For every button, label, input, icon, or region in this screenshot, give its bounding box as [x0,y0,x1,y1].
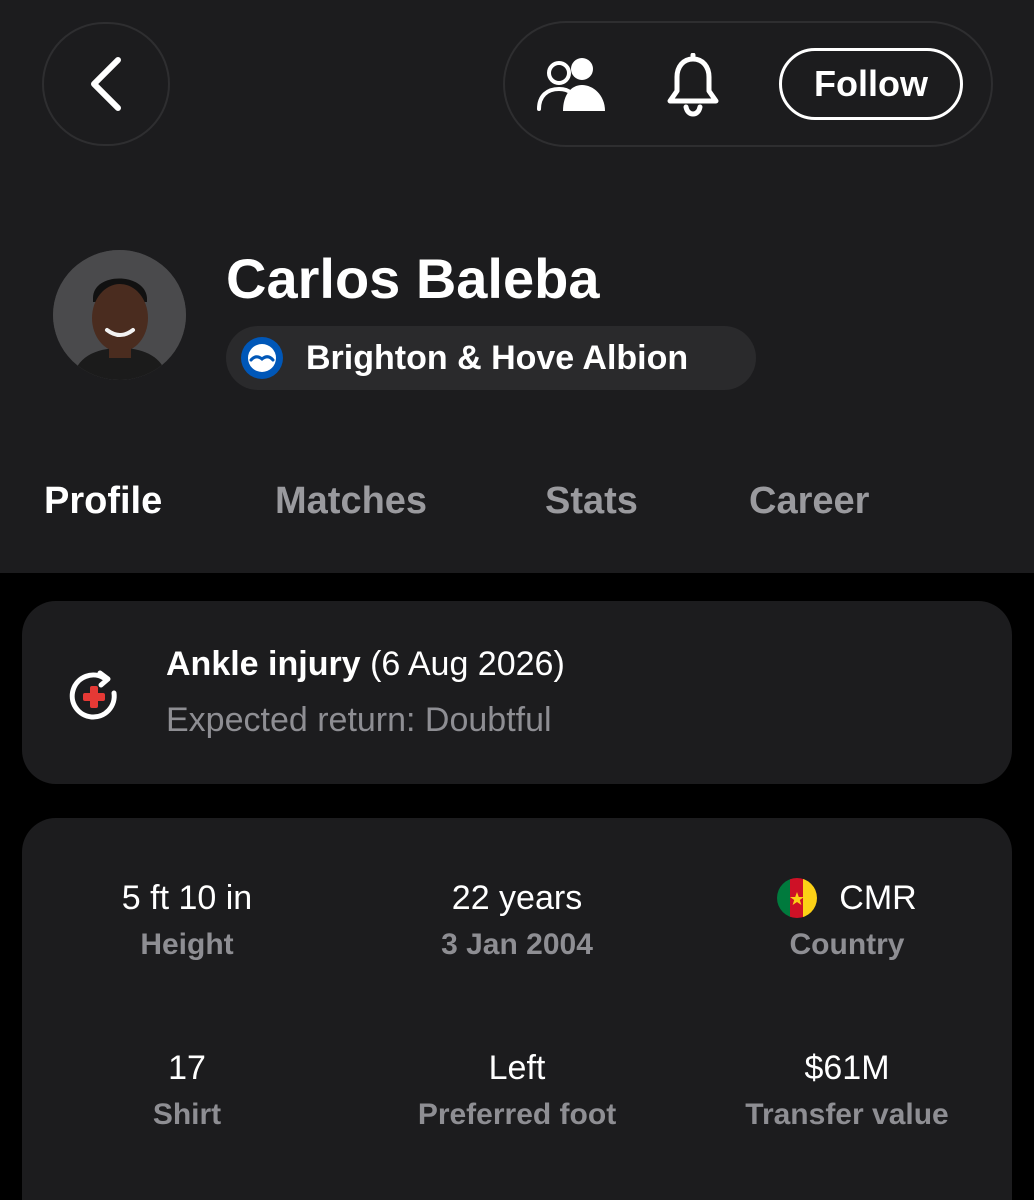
follow-button[interactable]: Follow [779,48,963,120]
cameroon-flag-icon [777,878,818,918]
stat-shirt: 17 Shirt [22,1046,352,1132]
stat-value: 17 [168,1048,206,1087]
back-button[interactable] [42,22,170,146]
player-name: Carlos Baleba [226,247,600,310]
stat-value: Left [488,1048,546,1087]
header-actions: Follow [503,21,993,147]
people-icon [537,58,605,111]
stat-label: Transfer value [745,1098,949,1131]
stat-value: $61M [804,1048,890,1087]
stat-value: 22 years [451,878,583,917]
tab-stats[interactable]: Stats [545,480,638,523]
player-header: Follow Carlos Baleba Brighton & Hove Alb… [0,0,1034,573]
player-photo [53,250,186,380]
stat-label: Shirt [152,1098,222,1131]
stat-transfer-value: $61M Transfer value [682,1046,1012,1132]
avatar [53,250,186,380]
stat-label: 3 Jan 2004 [441,928,593,961]
injury-date: (6 Aug 2026) [370,645,565,683]
injury-title: Ankle injury (6 Aug 2026) [166,645,565,684]
injury-type: Ankle injury [166,645,361,683]
profile-tabs: Profile Matches Stats Career [0,480,1034,540]
stat-age: 22 years 3 Jan 2004 [352,876,682,962]
stat-label: Height [140,928,234,961]
stat-value: 5 ft 10 in [121,878,253,917]
stat-preferred-foot: Left Preferred foot [352,1046,682,1132]
people-button[interactable] [535,53,607,117]
chevron-left-icon [91,57,121,111]
notifications-button[interactable] [663,53,723,117]
country-code: CMR [839,878,917,917]
team-chip[interactable]: Brighton & Hove Albion [226,326,756,390]
injury-expected-return: Expected return: Doubtful [166,701,552,739]
tab-matches[interactable]: Matches [275,480,427,523]
team-name: Brighton & Hove Albion [306,338,689,377]
player-profile-page: Follow Carlos Baleba Brighton & Hove Alb… [0,0,1034,1200]
player-stats-card: 5 ft 10 in Height 22 years 3 Jan 2004 CM… [22,818,1012,1200]
injury-icon [69,670,117,720]
stat-label: Preferred foot [417,1098,617,1131]
injury-card[interactable]: Ankle injury (6 Aug 2026) Expected retur… [22,601,1012,784]
tab-career[interactable]: Career [749,480,869,523]
stat-height: 5 ft 10 in Height [22,876,352,962]
stat-value: CMR [682,876,1012,920]
bell-icon [667,53,719,117]
tab-profile[interactable]: Profile [44,480,162,523]
stat-country: CMR Country [682,876,1012,962]
stat-label: Country [789,928,905,961]
team-crest-icon [241,337,283,379]
